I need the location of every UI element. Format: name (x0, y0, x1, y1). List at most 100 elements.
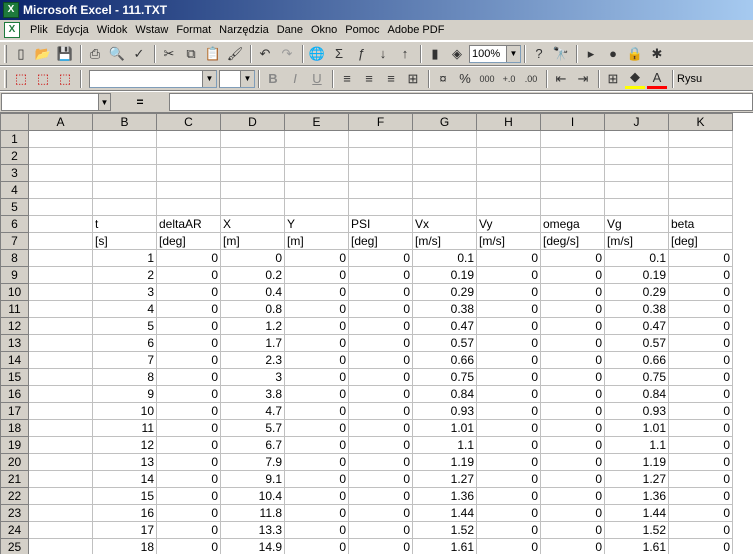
row-header[interactable]: 23 (0, 504, 29, 522)
column-header[interactable]: A (28, 113, 93, 131)
cell[interactable] (28, 351, 93, 369)
cell[interactable] (540, 181, 605, 199)
cell[interactable]: 0 (348, 249, 413, 267)
cell[interactable]: 0 (540, 317, 605, 335)
cell[interactable]: 10.4 (220, 487, 285, 505)
cell[interactable] (412, 130, 477, 148)
cell[interactable]: 1.44 (412, 504, 477, 522)
chevron-down-icon[interactable]: ▼ (98, 94, 110, 110)
cell[interactable] (284, 164, 349, 182)
cell[interactable]: 0 (156, 419, 221, 437)
cell[interactable]: 0 (668, 453, 733, 471)
column-header[interactable]: B (92, 113, 157, 131)
italic-icon[interactable]: I (285, 69, 305, 89)
row-header[interactable]: 22 (0, 487, 29, 505)
cell[interactable]: 0 (220, 249, 285, 267)
cell[interactable]: 0 (284, 300, 349, 318)
drawing-toolbar-label[interactable]: Rysu (677, 73, 702, 85)
cell[interactable]: 0 (476, 266, 541, 284)
cell[interactable]: 0 (284, 334, 349, 352)
cell[interactable] (476, 198, 541, 216)
align-right-icon[interactable]: ≡ (381, 69, 401, 89)
cell[interactable] (28, 147, 93, 165)
cell[interactable] (668, 147, 733, 165)
column-header[interactable]: G (412, 113, 477, 131)
increase-decimal-icon[interactable]: +.0 (499, 69, 519, 89)
cell[interactable]: 0 (284, 538, 349, 554)
cell[interactable]: 12 (92, 436, 157, 454)
bold-icon[interactable]: B (263, 69, 283, 89)
cell[interactable]: [deg/s] (540, 232, 605, 250)
cell[interactable]: 0 (348, 402, 413, 420)
cell[interactable]: 0 (284, 402, 349, 420)
cell[interactable]: 14 (92, 470, 157, 488)
cell[interactable]: 0 (476, 317, 541, 335)
font-size-select[interactable]: ▼ (219, 69, 255, 88)
column-header[interactable]: H (476, 113, 541, 131)
menu-okno[interactable]: Okno (307, 21, 341, 40)
new-icon[interactable]: ▯ (11, 44, 31, 64)
cell[interactable]: 0 (540, 385, 605, 403)
decrease-decimal-icon[interactable]: .00 (521, 69, 541, 89)
cell[interactable]: 0 (284, 436, 349, 454)
cell[interactable]: 0 (476, 504, 541, 522)
cell[interactable]: 0 (284, 283, 349, 301)
cell[interactable] (28, 538, 93, 554)
menu-widok[interactable]: Widok (93, 21, 132, 40)
column-header[interactable]: C (156, 113, 221, 131)
cell[interactable]: 0 (156, 538, 221, 554)
cell[interactable] (348, 198, 413, 216)
cell[interactable]: 0.57 (604, 334, 669, 352)
chevron-down-icon[interactable]: ▼ (506, 45, 520, 62)
redo-icon[interactable]: ↷ (277, 44, 297, 64)
cell[interactable] (28, 419, 93, 437)
cell[interactable]: 1.19 (604, 453, 669, 471)
cell[interactable]: 0 (284, 453, 349, 471)
cell[interactable]: 0 (476, 402, 541, 420)
row-header[interactable]: 17 (0, 402, 29, 420)
cell[interactable]: 0.19 (412, 266, 477, 284)
cell[interactable]: 0 (156, 504, 221, 522)
cell[interactable]: 0.38 (412, 300, 477, 318)
cell[interactable] (28, 368, 93, 386)
pdf-email-icon[interactable]: ⬚ (33, 69, 53, 89)
cell[interactable]: 0 (668, 436, 733, 454)
cell[interactable]: 0 (540, 470, 605, 488)
chevron-down-icon[interactable]: ▼ (240, 70, 254, 87)
cell[interactable]: [deg] (348, 232, 413, 250)
cell[interactable]: 0 (476, 436, 541, 454)
cell[interactable] (412, 198, 477, 216)
cell[interactable]: 16 (92, 504, 157, 522)
row-header[interactable]: 2 (0, 147, 29, 165)
cell[interactable]: 0 (156, 402, 221, 420)
cell[interactable]: 0 (284, 419, 349, 437)
cell[interactable]: t (92, 215, 157, 233)
cell[interactable]: 0 (348, 436, 413, 454)
row-header[interactable]: 6 (0, 215, 29, 233)
cell[interactable] (348, 164, 413, 182)
borders-icon[interactable]: ⊞ (603, 69, 623, 89)
cell[interactable]: [m/s] (476, 232, 541, 250)
cell[interactable]: [s] (92, 232, 157, 250)
cell[interactable] (92, 130, 157, 148)
cell[interactable]: 0.1 (604, 249, 669, 267)
cell[interactable]: 1.01 (604, 419, 669, 437)
cell[interactable] (28, 300, 93, 318)
cell[interactable]: 9.1 (220, 470, 285, 488)
record-icon[interactable]: ● (603, 44, 623, 64)
cell[interactable]: 3.8 (220, 385, 285, 403)
menu-plik[interactable]: Plik (26, 21, 52, 40)
cell[interactable]: 0 (284, 385, 349, 403)
cell[interactable]: 0 (540, 402, 605, 420)
cell[interactable]: 0 (540, 419, 605, 437)
cell[interactable]: 0 (476, 334, 541, 352)
column-header[interactable]: F (348, 113, 413, 131)
cell[interactable]: 17 (92, 521, 157, 539)
spelling-icon[interactable]: ✓ (129, 44, 149, 64)
cell[interactable]: 0 (668, 266, 733, 284)
pdf-review-icon[interactable]: ⬚ (55, 69, 75, 89)
row-header[interactable]: 15 (0, 368, 29, 386)
cell[interactable]: 1 (92, 249, 157, 267)
cell[interactable]: 0 (348, 504, 413, 522)
cell[interactable]: 0 (540, 266, 605, 284)
